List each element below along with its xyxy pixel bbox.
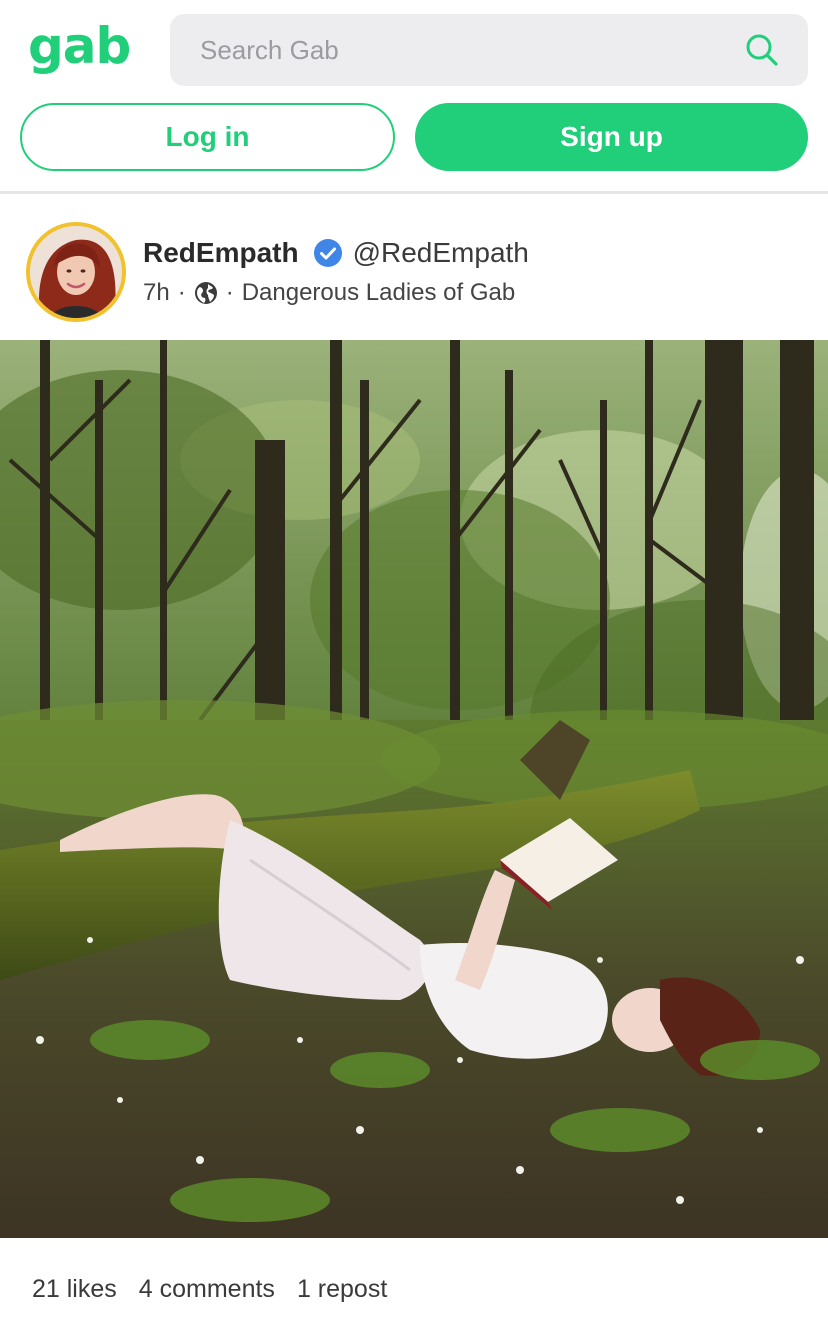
separator-dot: · (225, 279, 234, 306)
signup-button[interactable]: Sign up (415, 103, 808, 171)
search-bar[interactable]: Search Gab (170, 14, 808, 86)
globe-icon (194, 282, 217, 304)
likes-count[interactable]: 21 likes (32, 1272, 117, 1306)
avatar-photo (30, 226, 122, 318)
login-button[interactable]: Log in (20, 103, 395, 171)
separator-dot: · (177, 279, 186, 306)
author-row: RedEmpath @RedEmpath (143, 235, 529, 271)
post-meta: 7h · · Dangerous Ladies of Gab (143, 277, 515, 309)
post-stats: 21 likes 4 comments 1 repost (32, 1272, 387, 1306)
comments-count[interactable]: 4 comments (139, 1272, 275, 1306)
top-bar: gab Search Gab Log in Sign up (0, 0, 828, 194)
search-icon[interactable] (742, 30, 782, 70)
verified-badge-icon (313, 239, 342, 267)
author-display-name[interactable]: RedEmpath (143, 237, 299, 269)
post-time[interactable]: 7h (143, 279, 170, 307)
post-image[interactable] (0, 340, 828, 1238)
author-handle[interactable]: @RedEmpath (353, 237, 529, 269)
group-name[interactable]: Dangerous Ladies of Gab (242, 279, 516, 307)
reposts-count[interactable]: 1 repost (297, 1272, 387, 1306)
search-input[interactable]: Search Gab (200, 34, 339, 66)
gab-logo[interactable]: gab (28, 14, 131, 78)
post-header: RedEmpath @RedEmpath 7h · · Dangerous La… (0, 197, 828, 340)
forest-reading-photo (0, 340, 828, 1238)
avatar[interactable] (26, 222, 126, 322)
